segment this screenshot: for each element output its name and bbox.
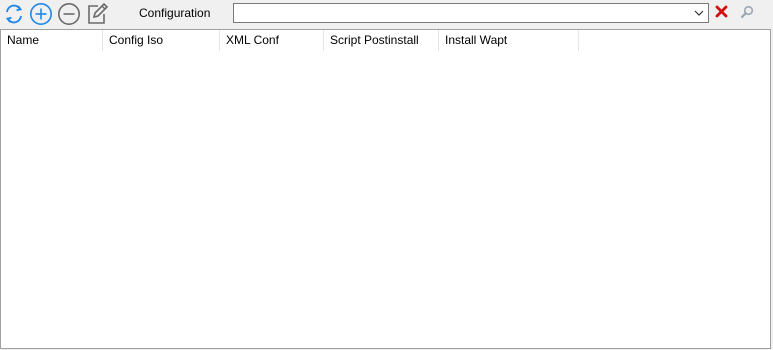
plus-circle-icon <box>29 2 53 26</box>
refresh-button[interactable] <box>2 2 26 26</box>
chevron-down-icon[interactable] <box>692 4 706 22</box>
magnifier-icon <box>740 5 754 22</box>
grid-header: Name Config Iso XML Conf Script Postinst… <box>1 30 770 51</box>
edit-icon <box>85 2 109 26</box>
refresh-icon <box>3 3 25 25</box>
column-header-name[interactable]: Name <box>1 30 103 51</box>
configuration-grid[interactable]: Name Config Iso XML Conf Script Postinst… <box>0 29 771 349</box>
configuration-combobox[interactable] <box>233 3 709 23</box>
window: Configuration Name Config Iso XML Conf S… <box>0 0 773 350</box>
column-header-config-iso[interactable]: Config Iso <box>103 30 220 51</box>
column-header-xml-conf[interactable]: XML Conf <box>220 30 324 51</box>
configuration-label: Configuration <box>139 6 211 20</box>
search-button[interactable] <box>739 5 755 21</box>
clear-filter-button[interactable] <box>713 5 729 21</box>
add-button[interactable] <box>29 2 53 26</box>
red-x-icon <box>715 5 728 21</box>
toolbar: Configuration <box>0 0 773 28</box>
edit-button[interactable] <box>85 2 109 26</box>
column-header-script-postinstall[interactable]: Script Postinstall <box>324 30 439 51</box>
column-header-install-wapt[interactable]: Install Wapt <box>439 30 579 51</box>
remove-button[interactable] <box>57 2 81 26</box>
minus-circle-icon <box>57 2 81 26</box>
